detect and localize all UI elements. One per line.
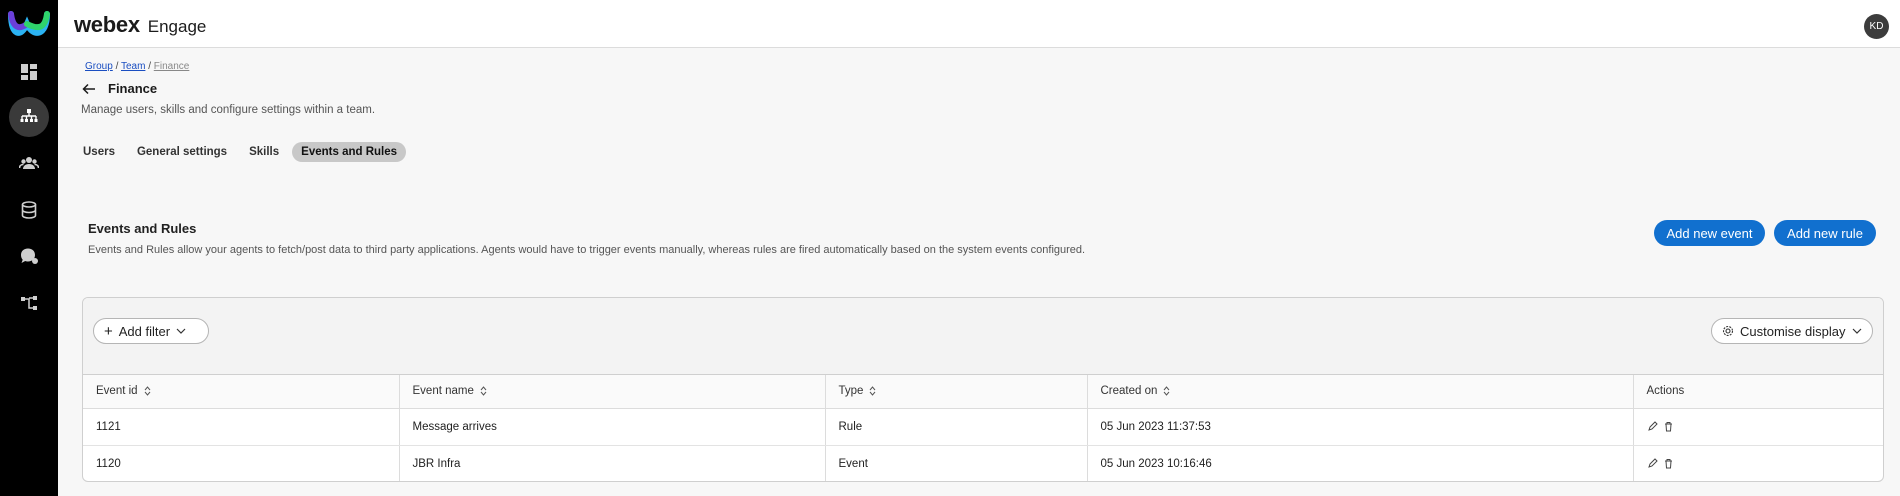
trash-icon[interactable] (1663, 421, 1674, 432)
tab-bar: Users General settings Skills Events and… (74, 142, 407, 162)
table-header-row: Event id Event name Type Created on Acti… (83, 375, 1883, 409)
webex-logo-icon[interactable] (7, 6, 51, 42)
cell-created-on: 05 Jun 2023 11:37:53 (1087, 408, 1634, 446)
section-description: Events and Rules allow your agents to fe… (88, 244, 1086, 256)
pencil-icon[interactable] (1647, 421, 1658, 432)
add-filter-button[interactable]: + Add filter (93, 318, 209, 344)
cell-event-name: JBR Infra (399, 445, 826, 481)
top-bar: webex Engage KD (58, 0, 1900, 48)
breadcrumb-separator: / (115, 61, 119, 72)
org-chart-icon (20, 109, 38, 122)
brand-name: webex (74, 12, 140, 37)
add-new-event-button[interactable]: Add new event (1654, 220, 1765, 246)
gear-icon (1722, 325, 1734, 337)
column-header-event-id[interactable]: Event id (83, 375, 400, 409)
tab-general-settings[interactable]: General settings (128, 142, 236, 162)
pencil-icon[interactable] (1647, 458, 1658, 469)
tab-users[interactable]: Users (74, 142, 124, 162)
page-description: Manage users, skills and configure setti… (81, 104, 376, 116)
nav-chat[interactable] (9, 236, 49, 276)
breadcrumb-team[interactable]: Team (121, 61, 145, 72)
chevron-down-icon (176, 328, 186, 334)
column-header-actions: Actions (1633, 375, 1883, 409)
product-name: Engage (147, 17, 207, 36)
breadcrumb: Group / Team / Finance (85, 61, 189, 72)
table-row[interactable]: 1121 Message arrives Rule 05 Jun 2023 11… (83, 408, 1883, 446)
nav-flows[interactable] (9, 283, 49, 323)
cell-event-name: Message arrives (399, 408, 826, 446)
sort-icon[interactable] (1163, 386, 1170, 396)
left-rail (0, 0, 58, 496)
cell-type: Rule (825, 408, 1088, 446)
breadcrumb-separator: / (148, 61, 151, 72)
cell-event-id: 1120 (83, 445, 400, 481)
nav-users[interactable] (9, 143, 49, 183)
events-table-card: + Add filter Customise display Event id … (82, 297, 1884, 482)
nav-teams[interactable] (9, 97, 49, 137)
users-icon (19, 157, 39, 169)
cell-actions (1633, 445, 1883, 481)
cell-actions (1633, 408, 1883, 446)
nav-dashboard[interactable] (9, 52, 49, 92)
column-header-created-on[interactable]: Created on (1087, 375, 1634, 409)
customise-display-label: Customise display (1740, 323, 1846, 339)
add-filter-label: Add filter (118, 323, 171, 339)
flow-icon (21, 296, 37, 310)
cell-event-id: 1121 (83, 408, 400, 446)
breadcrumb-group[interactable]: Group (85, 61, 113, 72)
customise-display-button[interactable]: Customise display (1711, 318, 1873, 344)
plus-icon: + (104, 322, 113, 340)
sort-icon[interactable] (480, 386, 487, 396)
sort-icon[interactable] (144, 386, 151, 396)
database-icon (21, 201, 37, 219)
table-row[interactable]: 1120 JBR Infra Event 05 Jun 2023 10:16:4… (83, 445, 1883, 481)
cell-type: Event (825, 445, 1088, 481)
events-table: Event id Event name Type Created on Acti… (83, 375, 1883, 481)
sort-icon[interactable] (869, 386, 876, 396)
breadcrumb-current: Finance (153, 61, 190, 72)
chevron-down-icon (1852, 328, 1861, 334)
filter-bar: + Add filter Customise display (83, 298, 1883, 375)
column-header-event-name[interactable]: Event name (399, 375, 826, 409)
trash-icon[interactable] (1663, 458, 1674, 469)
chat-bubbles-icon (21, 248, 38, 264)
column-header-type[interactable]: Type (825, 375, 1088, 409)
tab-events-and-rules[interactable]: Events and Rules (292, 142, 407, 162)
page-title: Finance (108, 81, 158, 96)
section-title: Events and Rules (88, 221, 197, 236)
add-new-rule-button[interactable]: Add new rule (1774, 220, 1876, 246)
back-arrow-icon[interactable] (82, 82, 96, 96)
cell-created-on: 05 Jun 2023 10:16:46 (1087, 445, 1634, 481)
tab-skills[interactable]: Skills (240, 142, 288, 162)
dashboard-icon (21, 64, 37, 80)
avatar[interactable]: KD (1864, 14, 1889, 39)
nav-database[interactable] (9, 190, 49, 230)
brand: webex Engage (74, 12, 206, 38)
